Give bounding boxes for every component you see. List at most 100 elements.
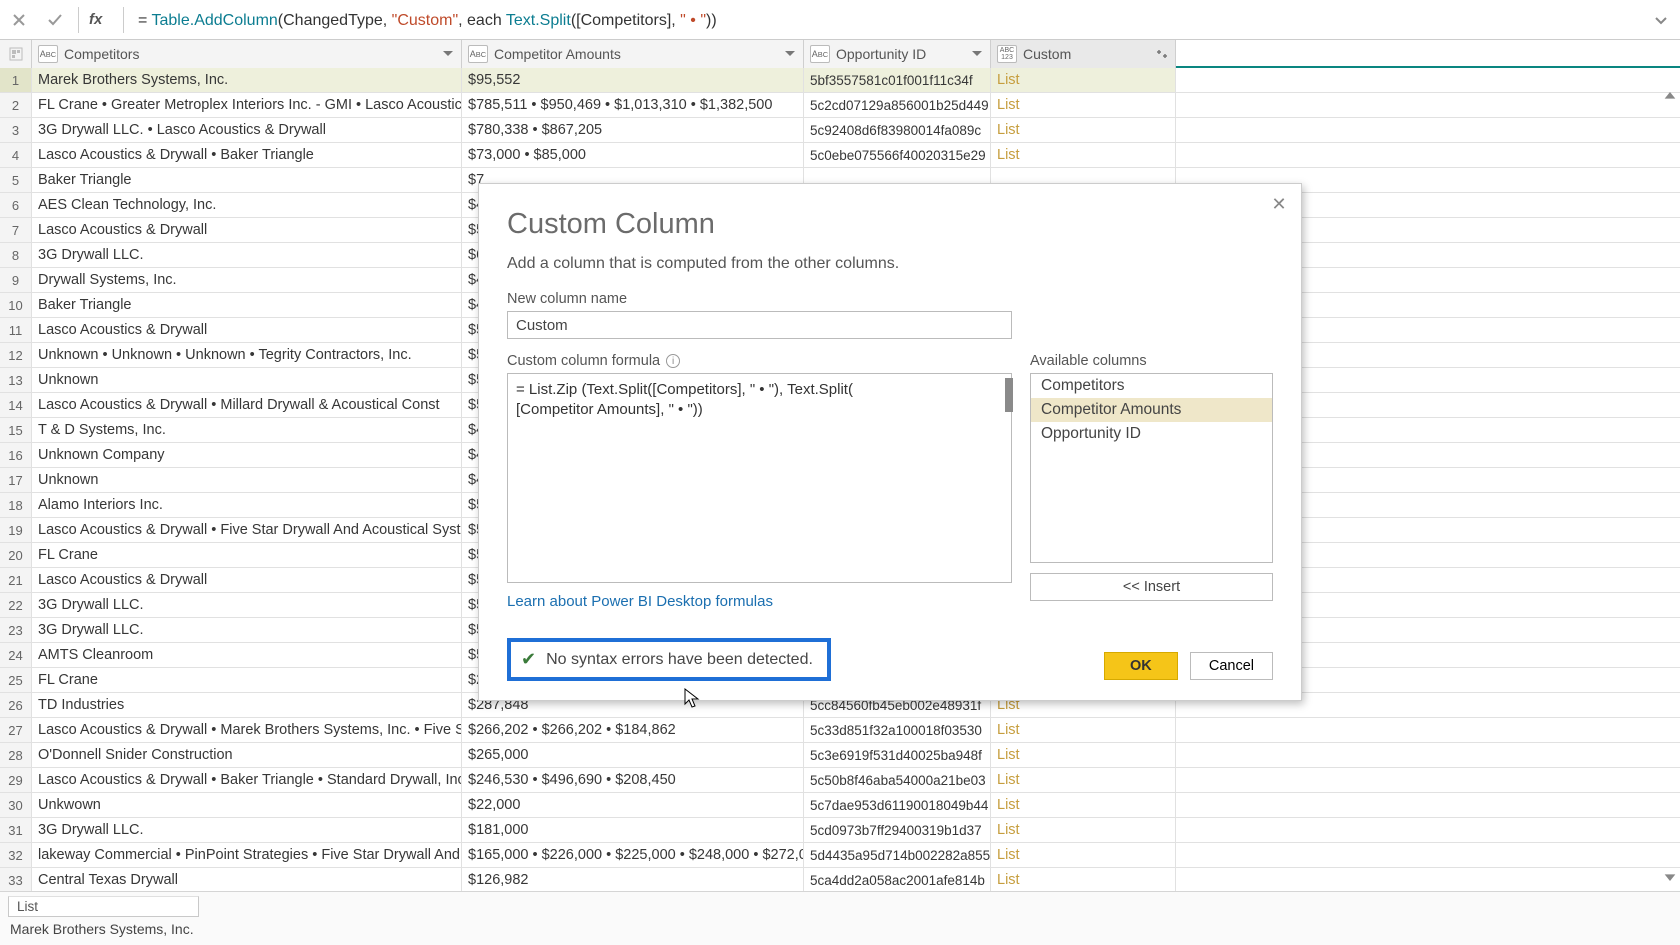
- cell-competitors[interactable]: Lasco Acoustics & Drywall: [32, 568, 462, 592]
- formula-text[interactable]: = Table.AddColumn(ChangedType, "Custom",…: [134, 10, 1638, 30]
- cell-competitors[interactable]: AMTS Cleanroom: [32, 643, 462, 667]
- formula-expand-icon[interactable]: [1648, 15, 1674, 25]
- row-number[interactable]: 28: [0, 743, 32, 767]
- cell-competitors[interactable]: FL Crane: [32, 668, 462, 692]
- row-number[interactable]: 1: [0, 68, 32, 92]
- row-number[interactable]: 30: [0, 793, 32, 817]
- cell-custom[interactable]: List: [991, 718, 1176, 742]
- row-number[interactable]: 15: [0, 418, 32, 442]
- cell-competitors[interactable]: Baker Triangle: [32, 293, 462, 317]
- insert-button[interactable]: << Insert: [1030, 573, 1273, 601]
- cell-competitors[interactable]: O'Donnell Snider Construction: [32, 743, 462, 767]
- close-icon[interactable]: ✕: [1267, 192, 1291, 216]
- cell-amounts[interactable]: $266,202 • $266,202 • $184,862: [462, 718, 804, 742]
- formula-accept-icon[interactable]: [42, 7, 68, 33]
- cell-amounts[interactable]: $785,511 • $950,469 • $1,013,310 • $1,38…: [462, 93, 804, 117]
- cell-competitors[interactable]: T & D Systems, Inc.: [32, 418, 462, 442]
- row-number[interactable]: 3: [0, 118, 32, 142]
- table-row[interactable]: 1Marek Brothers Systems, Inc.$95,5525bf3…: [0, 68, 1680, 93]
- row-number[interactable]: 17: [0, 468, 32, 492]
- cell-custom[interactable]: List: [991, 93, 1176, 117]
- cell-opportunity-id[interactable]: 5c3e6919f531d40025ba948f: [804, 743, 991, 767]
- column-header-opportunity-id[interactable]: ABC Opportunity ID: [804, 40, 991, 68]
- row-number[interactable]: 18: [0, 493, 32, 517]
- cell-opportunity-id[interactable]: 5d4435a95d714b002282a855: [804, 843, 991, 867]
- available-column-item[interactable]: Competitors: [1031, 374, 1272, 398]
- cell-competitors[interactable]: Drywall Systems, Inc.: [32, 268, 462, 292]
- ok-button[interactable]: OK: [1104, 652, 1178, 680]
- available-columns-list[interactable]: Competitors Competitor Amounts Opportuni…: [1030, 373, 1273, 563]
- filter-dropdown-icon[interactable]: [439, 45, 457, 63]
- table-row[interactable]: 28O'Donnell Snider Construction$265,0005…: [0, 743, 1680, 768]
- row-number[interactable]: 32: [0, 843, 32, 867]
- row-number[interactable]: 9: [0, 268, 32, 292]
- row-number[interactable]: 31: [0, 818, 32, 842]
- row-number[interactable]: 24: [0, 643, 32, 667]
- formula-cancel-icon[interactable]: [6, 7, 32, 33]
- row-number[interactable]: 20: [0, 543, 32, 567]
- cell-competitors[interactable]: 3G Drywall LLC.: [32, 593, 462, 617]
- row-number[interactable]: 21: [0, 568, 32, 592]
- cell-competitors[interactable]: Lasco Acoustics & Drywall • Marek Brothe…: [32, 718, 462, 742]
- cell-amounts[interactable]: $165,000 • $226,000 • $225,000 • $248,00…: [462, 843, 804, 867]
- cell-custom[interactable]: List: [991, 868, 1176, 892]
- row-number[interactable]: 8: [0, 243, 32, 267]
- cell-opportunity-id[interactable]: 5c7dae953d61190018049b44: [804, 793, 991, 817]
- cell-competitors[interactable]: Lasco Acoustics & Drywall: [32, 318, 462, 342]
- row-number[interactable]: 5: [0, 168, 32, 192]
- available-column-item[interactable]: Competitor Amounts: [1031, 398, 1272, 422]
- scroll-up-icon[interactable]: [1662, 88, 1678, 104]
- cell-opportunity-id[interactable]: 5ca4dd2a058ac2001afe814b: [804, 868, 991, 892]
- select-all-corner[interactable]: [0, 40, 32, 68]
- cell-competitors[interactable]: Unkwown: [32, 793, 462, 817]
- scrollbar-thumb[interactable]: [1005, 378, 1013, 412]
- cell-competitors[interactable]: lakeway Commercial • PinPoint Strategies…: [32, 843, 462, 867]
- cell-competitors[interactable]: 3G Drywall LLC.: [32, 618, 462, 642]
- cell-amounts[interactable]: $22,000: [462, 793, 804, 817]
- cell-competitors[interactable]: Lasco Acoustics & Drywall • Millard Dryw…: [32, 393, 462, 417]
- cell-competitors[interactable]: AES Clean Technology, Inc.: [32, 193, 462, 217]
- cell-custom[interactable]: List: [991, 143, 1176, 167]
- cell-custom[interactable]: List: [991, 118, 1176, 142]
- available-column-item[interactable]: Opportunity ID: [1031, 422, 1272, 446]
- cell-competitors[interactable]: Baker Triangle: [32, 168, 462, 192]
- cell-amounts[interactable]: $126,982: [462, 868, 804, 892]
- cell-competitors[interactable]: Unknown Company: [32, 443, 462, 467]
- cell-opportunity-id[interactable]: 5c33d851f32a100018f03530: [804, 718, 991, 742]
- fx-icon[interactable]: fx: [89, 11, 113, 28]
- row-number[interactable]: 25: [0, 668, 32, 692]
- scroll-down-icon[interactable]: [1662, 869, 1678, 885]
- row-number[interactable]: 11: [0, 318, 32, 342]
- cell-competitors[interactable]: Unknown: [32, 368, 462, 392]
- cell-opportunity-id[interactable]: 5bf3557581c01f001f11c34f: [804, 68, 991, 92]
- row-number[interactable]: 16: [0, 443, 32, 467]
- column-header-competitor-amounts[interactable]: ABC Competitor Amounts: [462, 40, 804, 68]
- row-number[interactable]: 27: [0, 718, 32, 742]
- cell-custom[interactable]: List: [991, 68, 1176, 92]
- row-number[interactable]: 12: [0, 343, 32, 367]
- row-number[interactable]: 4: [0, 143, 32, 167]
- row-number[interactable]: 22: [0, 593, 32, 617]
- formula-textarea[interactable]: = List.Zip (Text.Split([Competitors], " …: [507, 373, 1012, 583]
- filter-dropdown-icon[interactable]: [781, 45, 799, 63]
- table-row[interactable]: 27Lasco Acoustics & Drywall • Marek Brot…: [0, 718, 1680, 743]
- cell-custom[interactable]: List: [991, 793, 1176, 817]
- cell-competitors[interactable]: Alamo Interiors Inc.: [32, 493, 462, 517]
- cancel-button[interactable]: Cancel: [1190, 652, 1273, 680]
- row-number[interactable]: 6: [0, 193, 32, 217]
- cell-opportunity-id[interactable]: 5c92408d6f83980014fa089c: [804, 118, 991, 142]
- table-row[interactable]: 30Unkwown$22,0005c7dae953d61190018049b44…: [0, 793, 1680, 818]
- cell-opportunity-id[interactable]: 5c0ebe075566f40020315e29: [804, 143, 991, 167]
- table-row[interactable]: 313G Drywall LLC.$181,0005cd0973b7ff2940…: [0, 818, 1680, 843]
- column-header-competitors[interactable]: ABC Competitors: [32, 40, 462, 68]
- cell-opportunity-id[interactable]: 5cd0973b7ff29400319b1d37: [804, 818, 991, 842]
- learn-link[interactable]: Learn about Power BI Desktop formulas: [507, 593, 773, 610]
- table-row[interactable]: 4Lasco Acoustics & Drywall • Baker Trian…: [0, 143, 1680, 168]
- cell-competitors[interactable]: Lasco Acoustics & Drywall • Five Star Dr…: [32, 518, 462, 542]
- expand-column-icon[interactable]: [1153, 45, 1171, 63]
- row-number[interactable]: 26: [0, 693, 32, 717]
- cell-competitors[interactable]: FL Crane • Greater Metroplex Interiors I…: [32, 93, 462, 117]
- cell-competitors[interactable]: Unknown • Unknown • Unknown • Tegrity Co…: [32, 343, 462, 367]
- cell-custom[interactable]: List: [991, 818, 1176, 842]
- table-row[interactable]: 33Central Texas Drywall$126,9825ca4dd2a0…: [0, 868, 1680, 893]
